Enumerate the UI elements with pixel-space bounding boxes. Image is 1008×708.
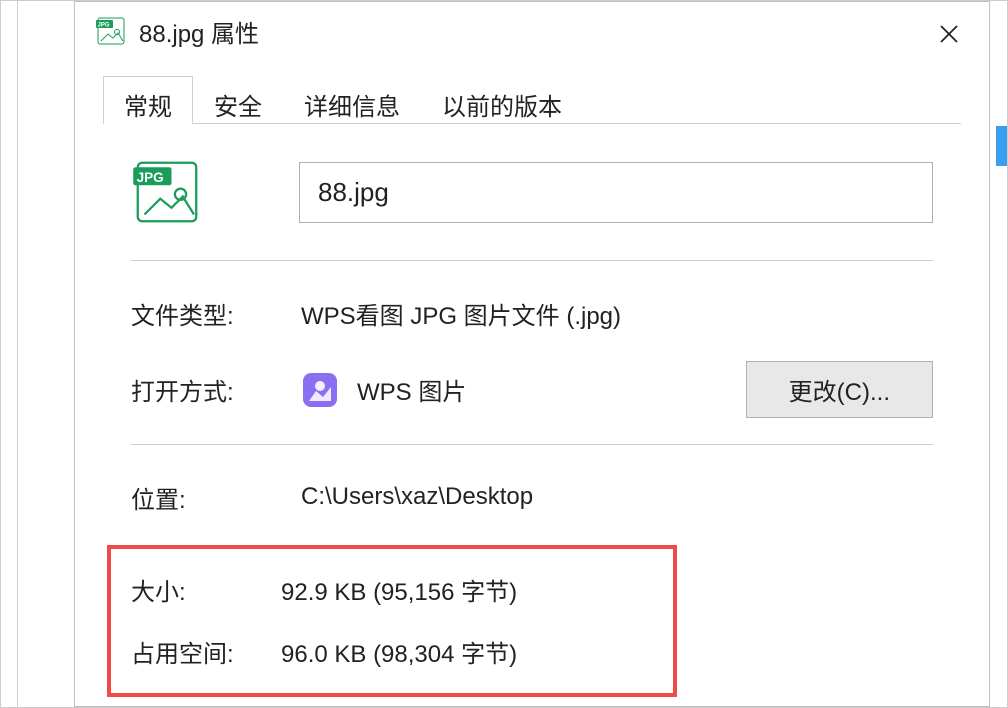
titlebar: JPG 88.jpg 属性 — [75, 2, 989, 60]
tab-details[interactable]: 详细信息 — [283, 76, 421, 124]
size-highlight-box: 大小: 92.9 KB (95,156 字节) 占用空间: 96.0 KB (9… — [107, 545, 677, 697]
location-row: 位置: C:\Users\xaz\Desktop — [131, 475, 933, 519]
close-button[interactable] — [929, 16, 969, 52]
size-label: 大小: — [131, 572, 281, 607]
properties-dialog: JPG 88.jpg 属性 常规 安全 详细信息 以前的版本 — [74, 1, 990, 707]
openwith-label: 打开方式: — [131, 372, 301, 407]
separator — [131, 444, 933, 445]
change-button[interactable]: 更改(C)... — [746, 361, 933, 418]
window-title: 88.jpg 属性 — [139, 14, 259, 49]
location-label: 位置: — [131, 480, 301, 515]
close-icon — [939, 24, 959, 44]
filetype-label: 文件类型: — [131, 296, 301, 331]
sizeondisk-value: 96.0 KB (98,304 字节) — [281, 634, 653, 669]
file-header: JPG — [131, 156, 933, 228]
filetype-row: 文件类型: WPS看图 JPG 图片文件 (.jpg) — [131, 291, 933, 335]
location-value: C:\Users\xaz\Desktop — [301, 483, 933, 511]
openwith-row: 打开方式: WPS 图片 更改(C)... — [131, 361, 933, 418]
separator — [131, 260, 933, 261]
tab-previous-versions[interactable]: 以前的版本 — [421, 76, 583, 124]
svg-text:JPG: JPG — [137, 170, 164, 185]
file-type-icon: JPG — [131, 156, 203, 228]
size-row: 大小: 92.9 KB (95,156 字节) — [131, 567, 653, 611]
filetype-value: WPS看图 JPG 图片文件 (.jpg) — [301, 296, 933, 331]
tabs: 常规 安全 详细信息 以前的版本 — [103, 76, 961, 124]
openwith-value: WPS 图片 — [357, 372, 466, 407]
filename-input[interactable] — [299, 162, 933, 223]
file-icon: JPG — [95, 15, 127, 47]
content-area: JPG 文件类型: WPS看图 JPG 图片文件 (.jpg) 打开方式: W — [75, 124, 989, 697]
sizeondisk-label: 占用空间: — [131, 634, 281, 669]
tab-security[interactable]: 安全 — [193, 76, 283, 124]
sizeondisk-row: 占用空间: 96.0 KB (98,304 字节) — [131, 629, 653, 673]
svg-text:JPG: JPG — [98, 23, 110, 29]
app-icon — [301, 371, 339, 409]
tab-general[interactable]: 常规 — [103, 76, 193, 124]
size-value: 92.9 KB (95,156 字节) — [281, 572, 653, 607]
